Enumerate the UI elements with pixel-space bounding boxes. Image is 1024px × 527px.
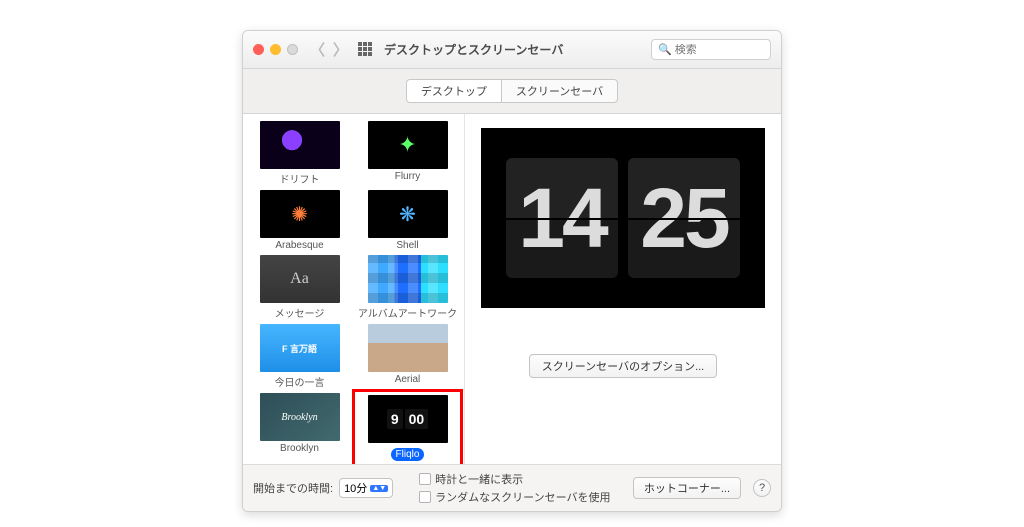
random-checkbox[interactable] [419,491,431,503]
screensaver-album[interactable]: アルバムアートワーク [355,254,460,320]
label-flurry: Flurry [355,171,460,182]
thumb-arabesque [259,189,341,239]
traffic-lights [253,44,298,55]
back-button[interactable]: 〈 [310,39,325,60]
checkbox-group: 時計と一緒に表示 ランダムなスクリーンセーバを使用 [419,471,610,505]
thumb-fliqlo-minute: 00 [405,409,429,429]
minimize-button[interactable] [270,44,281,55]
screensaver-arabesque[interactable]: Arabesque [247,189,352,251]
screensaver-fliqlo[interactable]: 9 00 Fliqlo [355,392,460,464]
search-icon: 🔍 [658,43,672,56]
show-clock-label: 時計と一緒に表示 [435,471,523,487]
screensaver-quote[interactable]: 今日の一言 [247,323,352,389]
zoom-button[interactable] [287,44,298,55]
show-all-icon[interactable] [358,42,374,58]
thumb-drift [259,120,341,170]
options-button[interactable]: スクリーンセーバのオプション... [529,354,718,378]
screensaver-shell[interactable]: Shell [355,189,460,251]
tab-bar: デスクトップ スクリーンセーバ [243,69,781,114]
stepper-icon: ▲▼ [370,485,388,492]
label-brooklyn: Brooklyn [247,443,352,454]
thumb-fliqlo-hour: 9 [387,409,403,429]
search-field[interactable]: 🔍 [651,39,771,60]
nav-arrows: 〈 〉 [310,39,348,60]
thumb-brooklyn [259,392,341,442]
show-clock-checkbox[interactable] [419,473,431,485]
tab-screensaver[interactable]: スクリーンセーバ [501,79,618,103]
thumb-shell [367,189,449,239]
window-title: デスクトップとスクリーンセーバ [384,41,563,58]
label-message: メッセージ [247,305,352,320]
start-after-value: 10分 [344,480,367,496]
thumb-aerial [367,323,449,373]
thumb-album [367,254,449,304]
screensaver-aerial[interactable]: Aerial [355,323,460,389]
label-quote: 今日の一言 [247,374,352,389]
thumb-flurry [367,120,449,170]
screensaver-flurry[interactable]: Flurry [355,120,460,186]
thumb-message [259,254,341,304]
preview-hours: 14 [506,158,618,278]
prefs-window: 〈 〉 デスクトップとスクリーンセーバ 🔍 デスクトップ スクリーンセーバ ドリ… [242,30,782,512]
label-album: アルバムアートワーク [355,305,460,320]
screensaver-message[interactable]: メッセージ [247,254,352,320]
start-after-label: 開始までの時間: [253,480,333,496]
search-input[interactable] [675,44,764,56]
main-content: ドリフト Flurry Arabesque Shell メッセージ アルバムアー… [243,114,781,464]
titlebar: 〈 〉 デスクトップとスクリーンセーバ 🔍 [243,31,781,69]
label-shell: Shell [355,240,460,251]
thumb-fliqlo: 9 00 [367,394,449,444]
start-after-select[interactable]: 10分 ▲▼ [339,478,393,498]
label-arabesque: Arabesque [247,240,352,251]
screensaver-list[interactable]: ドリフト Flurry Arabesque Shell メッセージ アルバムアー… [243,114,465,464]
screensaver-drift[interactable]: ドリフト [247,120,352,186]
footer: 開始までの時間: 10分 ▲▼ 時計と一緒に表示 ランダムなスクリーンセーバを使… [243,464,781,511]
preview-pane: 14 25 スクリーンセーバのオプション... [465,114,781,464]
preview[interactable]: 14 25 [481,128,765,308]
label-drift: ドリフト [247,171,352,186]
help-button[interactable]: ? [753,479,771,497]
label-aerial: Aerial [355,374,460,385]
random-label: ランダムなスクリーンセーバを使用 [435,489,610,505]
close-button[interactable] [253,44,264,55]
tab-desktop[interactable]: デスクトップ [406,79,501,103]
preview-minutes: 25 [628,158,740,278]
forward-button[interactable]: 〉 [333,39,348,60]
thumb-quote [259,323,341,373]
label-fliqlo: Fliqlo [391,448,425,461]
screensaver-brooklyn[interactable]: Brooklyn [247,392,352,464]
hot-corners-button[interactable]: ホットコーナー... [633,477,741,499]
